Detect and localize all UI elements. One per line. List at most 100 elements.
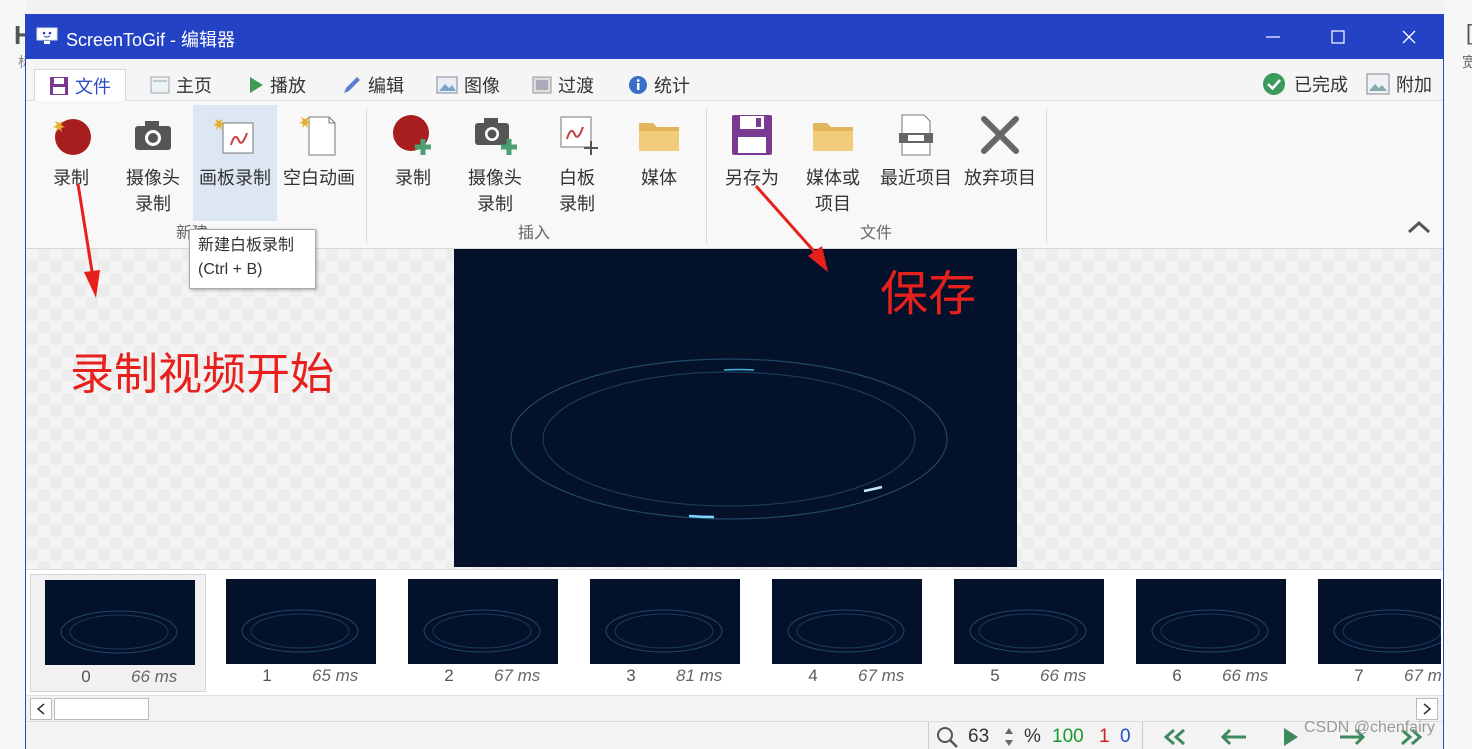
done-button[interactable]: 已完成 (1262, 69, 1348, 99)
horizontal-scrollbar[interactable] (26, 695, 1443, 721)
frame-delay: 67 m (1404, 666, 1441, 685)
whiteboard-icon (213, 117, 254, 154)
window-title: ScreenToGif - 编辑器 (66, 30, 236, 50)
frame-thumbnail[interactable]: 0 66 ms (30, 574, 206, 692)
frame-delay: 67 ms (858, 666, 905, 685)
scroll-left-button[interactable] (30, 698, 52, 720)
button-label: 摄像头 (126, 168, 180, 188)
frame-delay: 81 ms (676, 666, 723, 685)
insert-webcam-button[interactable]: 摄像头 录制 (460, 105, 530, 221)
tab-home[interactable]: 主页 (150, 69, 212, 101)
thumbnail-image (954, 579, 1104, 664)
group-label-file: 文件 (860, 225, 893, 242)
tab-image[interactable]: 图像 (436, 69, 500, 101)
tab-label: 播放 (270, 76, 306, 96)
close-button[interactable] (1374, 15, 1444, 59)
first-frame-icon[interactable] (1158, 728, 1190, 746)
frame-number: 0 (81, 667, 91, 686)
group-separator (366, 109, 367, 243)
done-label: 已完成 (1294, 75, 1348, 95)
tooltip-line: (Ctrl + B) (198, 261, 263, 278)
tab-edit[interactable]: 编辑 (342, 69, 404, 101)
previous-frame-icon[interactable] (1220, 728, 1248, 746)
extras-button[interactable]: 附加 (1366, 69, 1432, 99)
title-bar: ScreenToGif - 编辑器 (26, 15, 1443, 59)
tab-label: 文件 (75, 76, 111, 97)
insert-media-button[interactable]: 媒体 (626, 105, 692, 221)
chevron-left-icon (36, 703, 45, 715)
chevron-up-icon (1407, 220, 1431, 234)
annotation-arrow (754, 185, 828, 272)
group-label-insert: 插入 (518, 225, 551, 242)
frame-delay: 67 ms (494, 666, 541, 685)
close-icon (1402, 30, 1416, 44)
frame-number: 3 (626, 666, 636, 685)
button-label: 媒体 (641, 168, 677, 188)
minimize-button[interactable] (1238, 15, 1308, 59)
discard-project-button[interactable]: 放弃项目 (960, 105, 1040, 221)
button-label: 画板录制 (199, 168, 271, 188)
zoom-value[interactable]: 63 (968, 726, 989, 748)
board-record-button[interactable]: 画板录制 (193, 105, 277, 221)
frame-current-index: 0 (1120, 726, 1131, 747)
frame-delay: 66 ms (131, 667, 178, 686)
background-page-left: H 标 (0, 0, 33, 749)
transition-icon (532, 76, 552, 94)
blank-animation-button[interactable]: 空白动画 (279, 105, 359, 221)
button-label: 白板 (559, 168, 595, 188)
insert-record-button[interactable]: 录制 (382, 105, 444, 221)
button-label: 录制 (395, 168, 431, 188)
folder-icon (813, 123, 853, 151)
camera-add-icon (475, 118, 517, 155)
frame-thumbnail[interactable]: 1 65 ms (212, 574, 388, 692)
frame-thumbnail[interactable]: 5 66 ms (940, 574, 1116, 692)
webcam-record-button[interactable]: 摄像头 录制 (118, 105, 188, 221)
annotation-record-start: 录制视频开始 (70, 350, 334, 399)
zoom-spinner-icon[interactable] (1004, 726, 1014, 748)
camera-icon (135, 121, 171, 150)
tab-play[interactable]: 播放 (248, 69, 306, 101)
frame-thumbnail[interactable]: 7 67 m (1304, 574, 1441, 692)
tab-transition[interactable]: 过渡 (532, 69, 594, 101)
frame-delay: 66 ms (1040, 666, 1087, 685)
frame-thumbnail[interactable]: 6 66 ms (1122, 574, 1298, 692)
frame-number: 6 (1172, 666, 1182, 685)
background-text: [ (1466, 20, 1472, 45)
ribbon-tabs: 文件 主页 播放 编辑 图像 过渡 统计 已完成 附加 (26, 59, 1443, 101)
frame-delay: 65 ms (312, 666, 359, 685)
tooltip: 新建白板录制 (Ctrl + B) (189, 229, 316, 289)
tab-statistics[interactable]: 统计 (628, 69, 690, 101)
frame-number: 5 (990, 666, 1000, 685)
frame-number: 4 (808, 666, 818, 685)
frame-number: 7 (1354, 666, 1364, 685)
extras-label: 附加 (1396, 75, 1432, 95)
scroll-right-button[interactable] (1416, 698, 1438, 720)
frame-thumbnail[interactable]: 2 67 ms (394, 574, 570, 692)
play-icon[interactable] (1282, 726, 1300, 748)
check-circle-icon (1263, 73, 1285, 95)
recent-projects-button[interactable]: 最近项目 (876, 105, 956, 221)
tooltip-line: 新建白板录制 (198, 237, 295, 254)
scrollbar-thumb[interactable] (54, 698, 149, 720)
tab-label: 编辑 (368, 76, 404, 96)
group-separator (1046, 109, 1047, 243)
frame-count-selected: 1 (1099, 726, 1110, 747)
thumbnail-image (1136, 579, 1286, 664)
maximize-button[interactable] (1303, 15, 1373, 59)
frame-thumbnail[interactable]: 3 81 ms (576, 574, 752, 692)
thumbnail-image (1318, 579, 1441, 664)
maximize-icon (1331, 30, 1345, 44)
home-icon (150, 76, 170, 94)
frame-delay: 66 ms (1222, 666, 1269, 685)
collapse-ribbon-button[interactable] (1406, 219, 1432, 240)
annotation-arrow (76, 183, 100, 298)
chevron-right-icon (1423, 703, 1432, 715)
insert-board-button[interactable]: 白板 录制 (546, 105, 608, 221)
frame-thumbnail[interactable]: 4 67 ms (758, 574, 934, 692)
pencil-icon (344, 77, 360, 93)
tab-file[interactable]: 文件 (34, 69, 126, 101)
app-monitor-icon (36, 27, 58, 44)
recent-file-icon (899, 114, 933, 156)
discard-x-icon (981, 116, 1019, 154)
button-label: 最近项目 (880, 168, 952, 188)
